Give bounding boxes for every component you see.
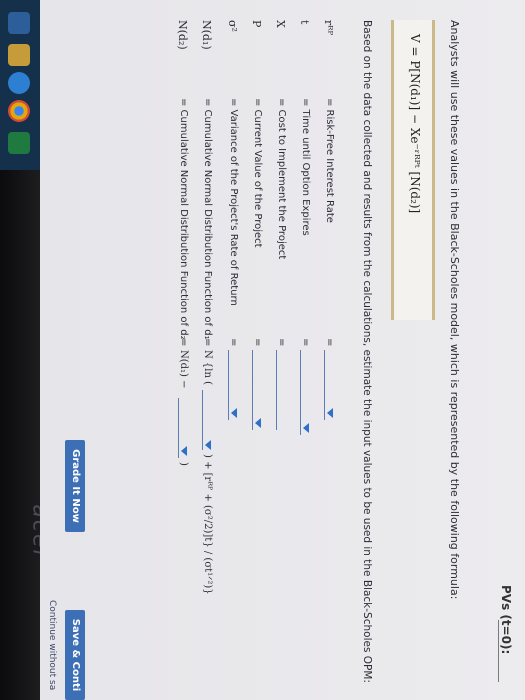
folder-icon[interactable] bbox=[8, 44, 30, 66]
nd2-suffix: ) bbox=[178, 462, 189, 466]
desc-rrf: = Risk-Free Interest Rate bbox=[324, 98, 335, 223]
dropdown-rrf[interactable] bbox=[324, 350, 325, 420]
chrome-icon[interactable] bbox=[8, 100, 30, 122]
symbol-variance: σ² bbox=[226, 20, 239, 32]
desc-variance: = Variance of the Project's Rate of Retu… bbox=[228, 98, 239, 306]
symbol-t: t bbox=[298, 20, 311, 25]
desc-nd2: = Cumulative Normal Distribution Functio… bbox=[178, 98, 189, 340]
equals: = bbox=[202, 338, 213, 347]
start-icon[interactable] bbox=[8, 12, 30, 34]
dropdown-t[interactable] bbox=[300, 350, 301, 435]
symbol-nd1: N(d₁) bbox=[200, 20, 213, 50]
chevron-down-icon[interactable] bbox=[327, 408, 333, 418]
formula-box: V = P[N(d₁)] − Xe⁻ʳᴿᴾᵗ [N(d₂)] bbox=[391, 20, 435, 320]
desc-x: = Cost to Implement the Project bbox=[276, 98, 287, 260]
continue-without-saving-link[interactable]: Continue without sa bbox=[47, 600, 57, 690]
equals: = bbox=[178, 338, 189, 347]
desc-p: = Current Value of the Project bbox=[252, 98, 263, 248]
dropdown-nd2[interactable] bbox=[178, 398, 179, 458]
input-row-nd1: N(d₁) = Cumulative Normal Distribution F… bbox=[195, 20, 213, 700]
nd1-prefix: N {ln ( bbox=[202, 350, 213, 386]
symbol-nd2: N(d₂) bbox=[176, 20, 189, 50]
symbol-p: P bbox=[250, 20, 263, 28]
equals: = bbox=[300, 338, 311, 347]
chevron-down-icon[interactable] bbox=[231, 408, 237, 418]
excel-icon[interactable] bbox=[8, 132, 30, 154]
screen-content: PVs (t=0): Analysts will use these value… bbox=[40, 0, 525, 700]
dropdown-variance[interactable] bbox=[228, 350, 229, 420]
symbol-x: X bbox=[274, 20, 287, 28]
chevron-down-icon[interactable] bbox=[181, 446, 187, 456]
dropdown-p[interactable] bbox=[252, 350, 253, 430]
edge-browser-icon[interactable] bbox=[8, 72, 30, 94]
chevron-down-icon[interactable] bbox=[205, 440, 211, 450]
input-row-nd2: N(d₂) = Cumulative Normal Distribution F… bbox=[171, 20, 189, 700]
input-row-rrf: rᴿᴾ = Risk-Free Interest Rate = bbox=[317, 20, 335, 700]
input-row-p: P = Current Value of the Project = bbox=[245, 20, 263, 700]
dropdown-x[interactable] bbox=[276, 350, 277, 430]
chevron-down-icon[interactable] bbox=[255, 418, 261, 428]
laptop-bezel: acer bbox=[0, 0, 53, 700]
instruction-text: Based on the data collected and results … bbox=[361, 20, 373, 683]
input-row-variance: σ² = Variance of the Project's Rate of R… bbox=[221, 20, 239, 700]
pvs-input-line[interactable] bbox=[498, 620, 499, 682]
chevron-down-icon[interactable] bbox=[303, 423, 309, 433]
input-row-t: t = Time until Option Expires = bbox=[293, 20, 311, 700]
desc-t: = Time until Option Expires bbox=[300, 98, 311, 236]
taskbar bbox=[0, 0, 40, 170]
dropdown-nd1[interactable] bbox=[202, 390, 203, 450]
nd2-prefix: N(d₁) − bbox=[178, 350, 189, 389]
intro-text: Analysts will use these values in the Bl… bbox=[448, 20, 461, 600]
save-continue-button[interactable]: Save & Conti bbox=[65, 610, 85, 700]
symbol-rrf: rᴿᴾ bbox=[322, 20, 335, 36]
input-row-x: X = Cost to Implement the Project = bbox=[269, 20, 287, 700]
equals: = bbox=[228, 338, 239, 347]
equals: = bbox=[324, 338, 335, 347]
equals: = bbox=[252, 338, 263, 347]
nd1-suffix: ) + [rᴿᴾ + (σ²/2)]t} / (σt¹ᐟ²)} bbox=[202, 454, 213, 595]
grade-it-now-button[interactable]: Grade It Now bbox=[65, 440, 85, 532]
black-scholes-formula: V = P[N(d₁)] − Xe⁻ʳᴿᴾᵗ [N(d₂)] bbox=[408, 34, 422, 214]
photo-stage: acer PVs (t=0): Analysts will use these … bbox=[0, 0, 525, 700]
equals: = bbox=[276, 338, 287, 347]
desc-nd1: = Cumulative Normal Distribution Functio… bbox=[202, 98, 213, 340]
pvs-label: PVs (t=0): bbox=[499, 585, 513, 655]
